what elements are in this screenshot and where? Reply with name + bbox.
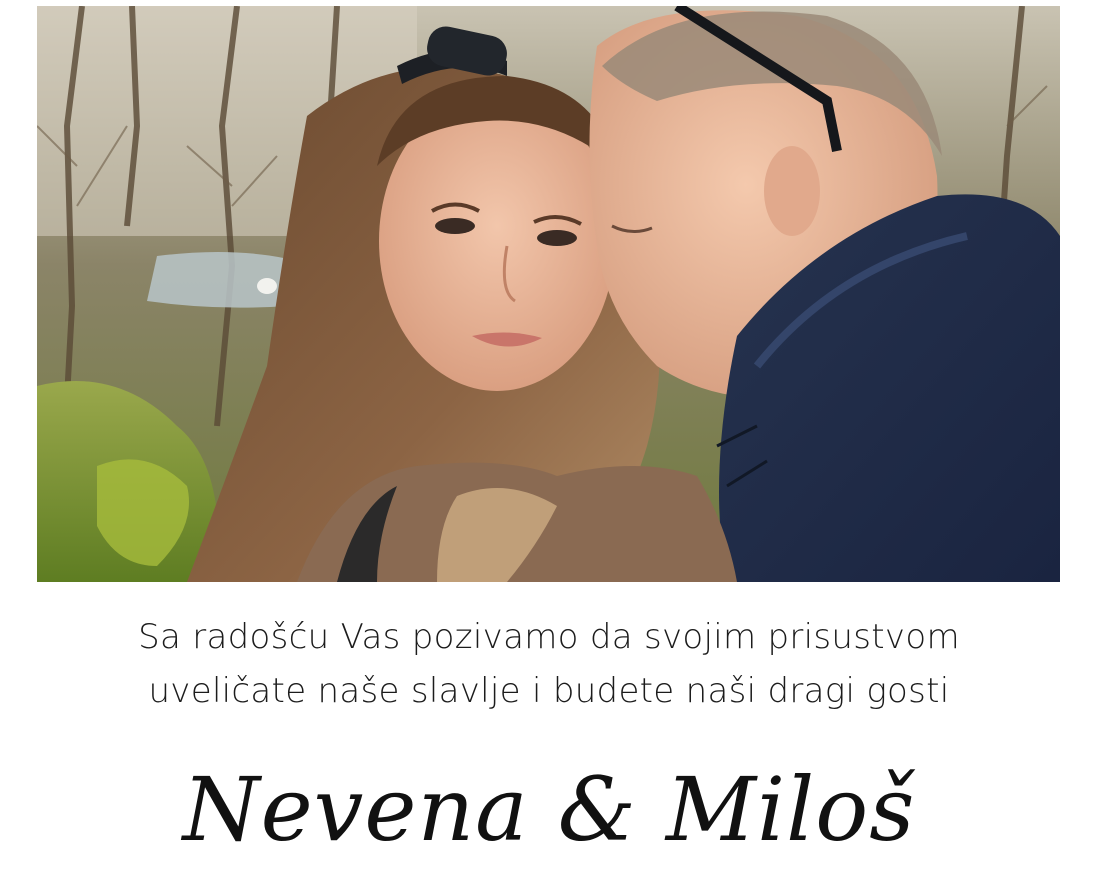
invitation-text: Sa radošću Vas pozivamo da svojim prisus… <box>0 610 1098 718</box>
couple-photo-illustration <box>37 6 1060 582</box>
invitation-line-2: uveličate naše slavlje i budete naši dra… <box>148 671 950 711</box>
couple-photo <box>37 6 1060 582</box>
couple-names: Nevena & Miloš <box>182 758 916 861</box>
invitation-line-1: Sa radošću Vas pozivamo da svojim prisus… <box>138 617 960 657</box>
